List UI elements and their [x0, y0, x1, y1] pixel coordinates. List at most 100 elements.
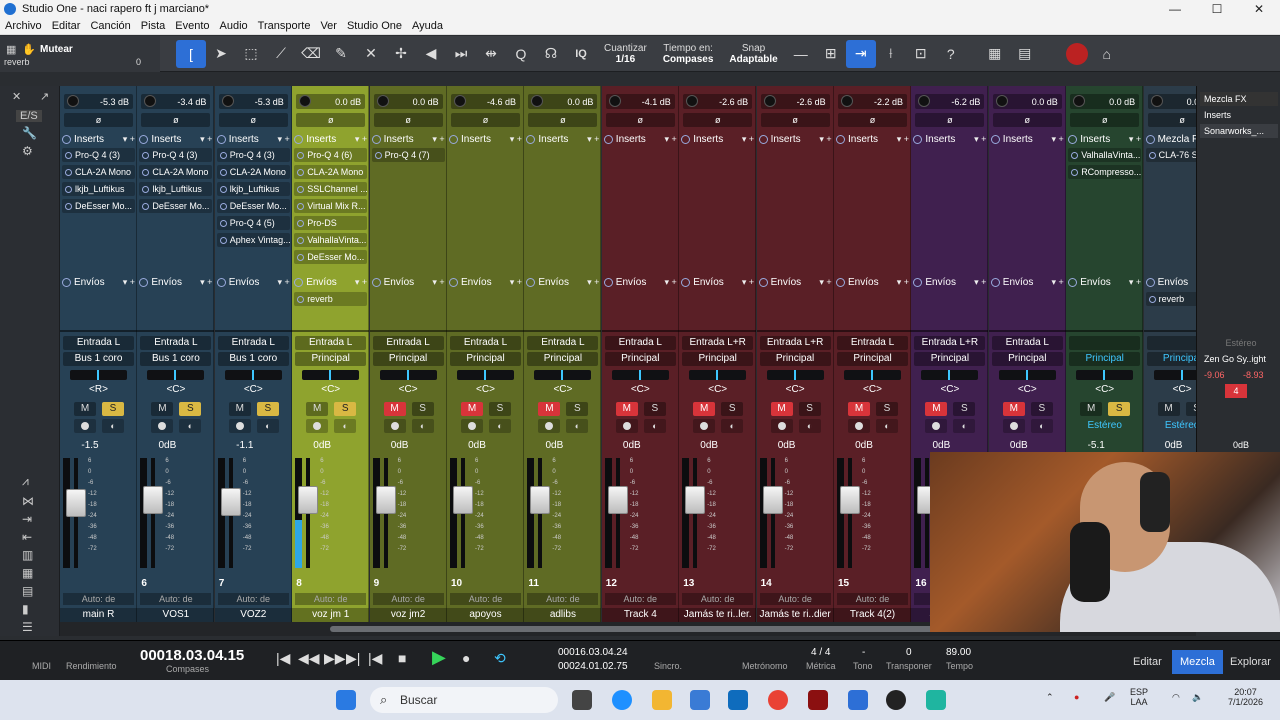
channel-volume[interactable]: -6.2 dB	[915, 94, 985, 109]
solo-button[interactable]: S	[721, 402, 744, 416]
volume-icon[interactable]: 🔈	[1192, 692, 1203, 703]
tab-editar[interactable]: Editar	[1125, 650, 1170, 674]
power-icon[interactable]	[836, 134, 845, 144]
channel-volume[interactable]: 0.0 dB	[992, 94, 1062, 109]
insert-plugin[interactable]: ValhallaVinta...	[1068, 148, 1142, 162]
meter-icon[interactable]: ▮	[22, 602, 29, 616]
plugin-power-icon[interactable]	[219, 203, 227, 210]
sends-menu-icon[interactable]: ▾ +	[587, 277, 599, 288]
automation-select[interactable]: Auto: de	[682, 593, 754, 605]
channel-volume[interactable]: 0.0 dB	[373, 94, 443, 109]
solo-button[interactable]: S	[179, 402, 202, 416]
sends-header[interactable]: Envíos ▾ +	[449, 275, 522, 289]
sends-power-icon[interactable]	[371, 277, 381, 287]
fader-handle[interactable]	[66, 488, 86, 517]
tempo-value[interactable]: 89.00	[946, 647, 971, 658]
loop-start-icon[interactable]: |◀	[368, 650, 382, 667]
insert-plugin[interactable]: lkjb_Luftikus	[62, 182, 135, 196]
volume-knob[interactable]	[918, 95, 931, 107]
plugin-power-icon[interactable]	[142, 203, 150, 210]
inserts-menu-icon[interactable]: ▾ +	[200, 134, 212, 145]
forward-icon[interactable]: ▶▶	[324, 650, 346, 667]
sends-header[interactable]: Envíos ▾ +	[758, 275, 832, 289]
channel-name[interactable]: apoyos	[447, 608, 524, 622]
sends-power-icon[interactable]	[913, 277, 923, 287]
sends-header[interactable]: Envíos ▾ +	[603, 275, 677, 289]
automation-select[interactable]: Auto: de	[604, 593, 676, 605]
plugin-power-icon[interactable]	[297, 169, 305, 176]
plugin-power-icon[interactable]	[142, 152, 150, 159]
snap-grid-button[interactable]: ⊞	[816, 40, 846, 68]
fader-handle[interactable]	[530, 485, 551, 514]
sends-menu-icon[interactable]: ▾ +	[278, 277, 290, 288]
insert-plugin[interactable]: Pro-Q 4 (5)	[216, 216, 290, 230]
inserts-menu-icon[interactable]: ▾ +	[819, 134, 831, 145]
stretch-button[interactable]: ⇹	[476, 40, 506, 68]
channel-name[interactable]: main R	[60, 608, 137, 622]
monitor-button[interactable]: ◐	[721, 419, 744, 433]
inserts-menu-icon[interactable]: ▾ +	[432, 134, 444, 145]
record-arm-button[interactable]	[383, 419, 406, 433]
solo-button[interactable]: S	[798, 402, 821, 416]
inserts-header[interactable]: Inserts ▾ +	[62, 132, 135, 146]
insert-plugin[interactable]: RCompresso...	[1068, 165, 1142, 179]
explorer-icon[interactable]	[652, 690, 672, 710]
insert-plugin[interactable]: SSLChannel ...	[294, 182, 368, 196]
tab-explorar[interactable]: Explorar	[1222, 650, 1279, 674]
selected-track-value[interactable]: 0	[136, 57, 141, 67]
phase-button[interactable]: ø	[605, 113, 675, 127]
key-value[interactable]: -	[862, 647, 865, 658]
input-select[interactable]: Entrada L+R	[682, 336, 754, 350]
input-icon[interactable]: ⇥	[22, 512, 32, 526]
power-icon[interactable]	[681, 134, 691, 144]
input-select[interactable]: Entrada L	[450, 336, 521, 350]
input-select[interactable]	[1146, 336, 1196, 350]
grid-view-button[interactable]: ▦	[980, 40, 1010, 68]
mute-tool-button[interactable]: ✕	[356, 40, 386, 68]
inserts-header[interactable]: Inserts ▾ +	[836, 132, 909, 146]
inserts-header[interactable]: Inserts ▾ +	[681, 132, 754, 146]
mute-button[interactable]: M	[615, 402, 638, 416]
sends-power-icon[interactable]	[681, 277, 691, 287]
phase-button[interactable]: ø	[838, 113, 907, 127]
inserts-header[interactable]: Inserts ▾ +	[1068, 132, 1141, 146]
automation-select[interactable]: Auto: de	[217, 593, 289, 605]
volume-knob[interactable]	[144, 95, 157, 107]
close-mixer-icon[interactable]: ✕	[12, 90, 21, 103]
fader-handle[interactable]	[762, 485, 783, 514]
sends-menu-icon[interactable]: ▾ +	[510, 277, 522, 288]
sends-menu-icon[interactable]: ▾ +	[974, 277, 986, 288]
record-arm-button[interactable]	[615, 419, 638, 433]
record-arm-button[interactable]	[770, 419, 793, 433]
input-select[interactable]: Entrada L+R	[914, 336, 986, 350]
inserts-header[interactable]: Inserts ▾ +	[603, 132, 677, 146]
send-power-icon[interactable]	[1148, 296, 1156, 303]
solo-button[interactable]: S	[1030, 402, 1053, 416]
monitor-button[interactable]: ◐	[643, 419, 666, 433]
insert-plugin[interactable]: Pro-Q 4 (3)	[62, 148, 135, 162]
pan-slider[interactable]	[147, 370, 205, 380]
pan-slider[interactable]	[998, 370, 1056, 380]
tray-app-icon[interactable]: ●	[1074, 692, 1079, 702]
power-icon[interactable]	[1145, 134, 1155, 144]
wifi-icon[interactable]: ◠	[1172, 692, 1180, 703]
tray-mic-icon[interactable]: 🎤	[1104, 692, 1115, 703]
monitor-button[interactable]: ◐	[953, 419, 976, 433]
mute-button[interactable]: M	[925, 402, 948, 416]
solo-button[interactable]: S	[643, 402, 666, 416]
insert-plugin[interactable]: DeEsser Mo...	[216, 199, 290, 213]
phase-button[interactable]: ø	[1070, 113, 1140, 127]
input-select[interactable]: Entrada L	[63, 336, 134, 350]
store-icon[interactable]	[690, 690, 710, 710]
monitor-button[interactable]: ◐	[876, 419, 898, 433]
phase-button[interactable]: ø	[683, 113, 753, 127]
sends-menu-icon[interactable]: ▾ +	[897, 277, 909, 288]
inserts-header[interactable]: Inserts ▾ +	[371, 132, 445, 146]
capture-button[interactable]: ⊡	[906, 40, 936, 68]
record-icon[interactable]: ●	[462, 650, 470, 666]
pan-slider[interactable]	[611, 370, 669, 380]
insert-plugin[interactable]: Pro-Q 4 (7)	[371, 148, 445, 162]
plugin-power-icon[interactable]	[65, 203, 72, 210]
zoom-button[interactable]: Q	[506, 40, 536, 68]
mute-button[interactable]: M	[306, 402, 329, 416]
